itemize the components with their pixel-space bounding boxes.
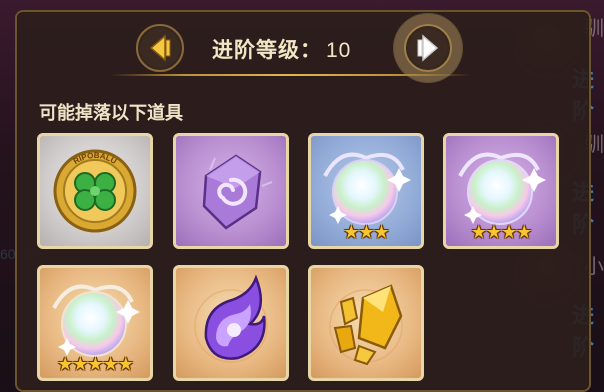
coin-rim-text: RIPOBALU bbox=[72, 151, 119, 166]
gold-crystal-icon bbox=[329, 284, 403, 366]
drop-list-subtitle: 可能掉落以下道具 bbox=[39, 103, 183, 123]
next-level-button[interactable] bbox=[404, 24, 452, 72]
item-slot-rainbow-orb-4[interactable]: ★★★★ bbox=[443, 133, 559, 249]
level-value: 10 bbox=[326, 39, 352, 62]
star-rating: ★★★★★ bbox=[57, 354, 134, 374]
item-slot-rainbow-orb-5[interactable]: ★★★★★ bbox=[37, 265, 153, 381]
advance-level-title: 进阶等级： 10 bbox=[212, 34, 382, 64]
header-divider bbox=[110, 74, 470, 76]
item-slot-rainbow-orb-3[interactable]: ★★★ bbox=[308, 133, 424, 249]
svg-text:RIPOBALU: RIPOBALU bbox=[72, 151, 119, 166]
item-slot-purple-crystal[interactable] bbox=[173, 133, 289, 249]
spiral-crystal-icon bbox=[202, 154, 273, 230]
star-rating: ★★★★ bbox=[470, 222, 533, 242]
prev-level-button[interactable] bbox=[136, 24, 184, 72]
title-label: 进阶等级： bbox=[212, 39, 322, 62]
item-slot-gold-crystal[interactable] bbox=[308, 265, 424, 381]
star-rating: ★★★ bbox=[343, 222, 389, 242]
coin-rim-label: RIPOBALU bbox=[72, 151, 119, 166]
item-slot-clover-coin[interactable]: RIPOBALU bbox=[37, 133, 153, 249]
purple-flame-icon bbox=[194, 274, 268, 363]
item-slot-purple-flame[interactable] bbox=[173, 265, 289, 381]
chevron-left-icon bbox=[149, 34, 171, 62]
chevron-right-icon bbox=[417, 34, 439, 62]
